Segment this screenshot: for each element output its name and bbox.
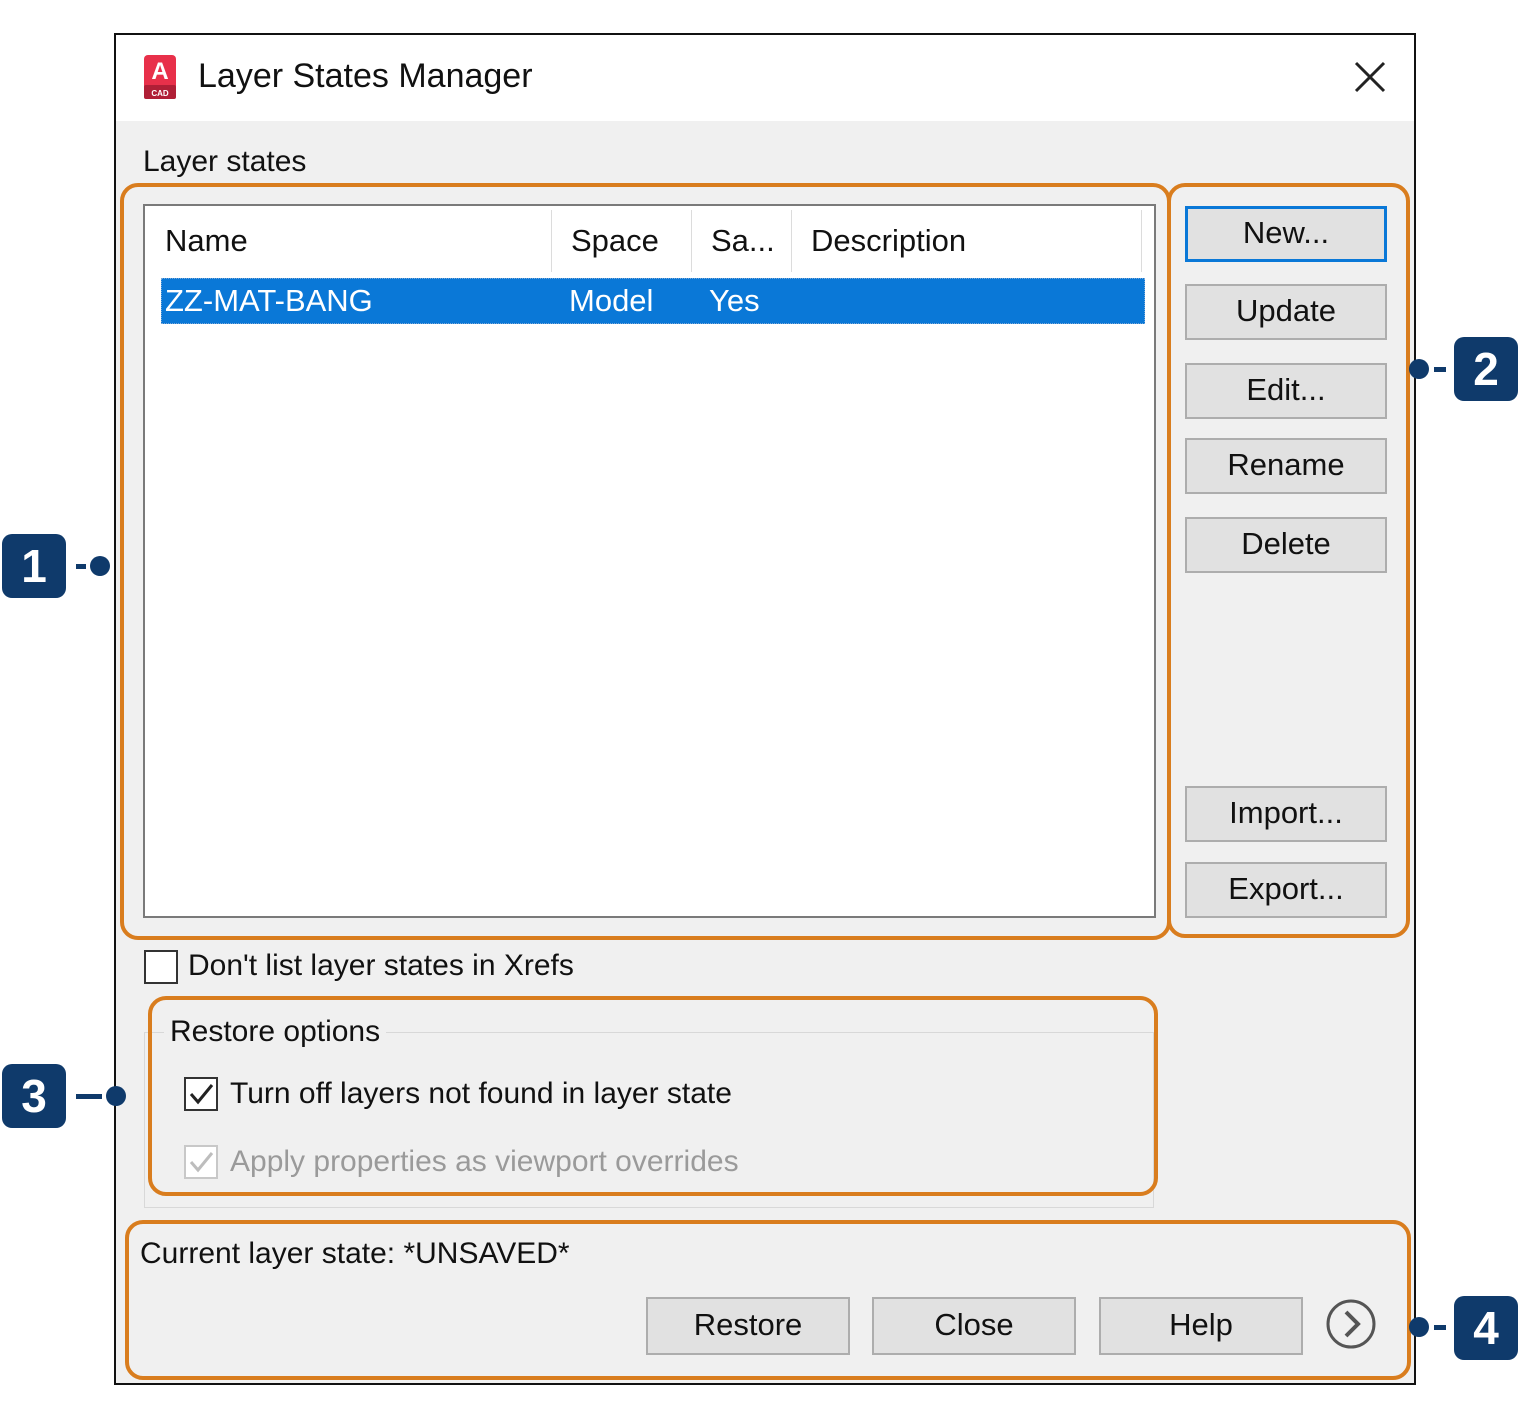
- expand-chevron-icon[interactable]: [1325, 1298, 1377, 1350]
- cell-saved: Yes: [709, 283, 760, 318]
- list-header: Name Space Sa... Description: [145, 206, 1154, 276]
- column-header-space[interactable]: Space: [551, 206, 691, 276]
- apply-properties-label: Apply properties as viewport overrides: [230, 1145, 739, 1178]
- new-button[interactable]: New...: [1185, 206, 1387, 262]
- delete-button[interactable]: Delete: [1185, 517, 1387, 573]
- update-button[interactable]: Update: [1185, 284, 1387, 340]
- close-icon[interactable]: [1346, 53, 1394, 101]
- column-header-name[interactable]: Name: [145, 206, 551, 276]
- import-button[interactable]: Import...: [1185, 786, 1387, 842]
- column-header-saved[interactable]: Sa...: [691, 206, 791, 276]
- xrefs-checkbox[interactable]: [144, 950, 178, 984]
- restore-options-title: Restore options: [164, 1015, 387, 1049]
- callout-connector: [1434, 367, 1446, 372]
- column-divider[interactable]: [1141, 210, 1142, 272]
- edit-button[interactable]: Edit...: [1185, 363, 1387, 419]
- cell-name: ZZ-MAT-BANG: [165, 283, 373, 318]
- window-title: Layer States Manager: [198, 57, 533, 95]
- layer-states-label: Layer states: [143, 145, 307, 178]
- turn-off-layers-checkbox[interactable]: [184, 1077, 218, 1111]
- turn-off-layers-label[interactable]: Turn off layers not found in layer state: [230, 1077, 732, 1111]
- close-button[interactable]: Close: [872, 1297, 1076, 1355]
- column-header-description[interactable]: Description: [791, 206, 1141, 276]
- svg-text:A: A: [151, 58, 168, 85]
- checkmark-icon: [189, 1152, 214, 1173]
- layer-states-manager-dialog: A CAD Layer States Manager Layer states …: [114, 33, 1416, 1385]
- callout-badge-4: 4: [1454, 1296, 1518, 1360]
- export-button[interactable]: Export...: [1185, 862, 1387, 918]
- xrefs-checkbox-label[interactable]: Don't list layer states in Xrefs: [188, 949, 574, 983]
- callout-connector: [1434, 1325, 1446, 1330]
- checkmark-icon: [189, 1084, 214, 1105]
- callout-badge-2: 2: [1454, 337, 1518, 401]
- apply-properties-checkbox: [184, 1145, 218, 1179]
- callout-dot: [1409, 359, 1429, 379]
- cell-space: Model: [569, 283, 654, 318]
- callout-connector: [76, 564, 86, 569]
- callout-dot: [1409, 1317, 1429, 1337]
- layer-states-list[interactable]: Name Space Sa... Description ZZ-MAT-BANG…: [143, 204, 1156, 918]
- callout-connector: [76, 1094, 102, 1099]
- callout-dot: [90, 556, 110, 576]
- rename-button[interactable]: Rename: [1185, 438, 1387, 494]
- restore-options-group: [144, 1032, 1154, 1208]
- current-layer-state: Current layer state: *UNSAVED*: [140, 1237, 570, 1270]
- callout-badge-1: 1: [2, 534, 66, 598]
- svg-text:CAD: CAD: [151, 89, 169, 98]
- help-button[interactable]: Help: [1099, 1297, 1303, 1355]
- title-bar: A CAD Layer States Manager: [116, 35, 1414, 121]
- table-row[interactable]: ZZ-MAT-BANG Model Yes: [161, 278, 1145, 324]
- restore-button[interactable]: Restore: [646, 1297, 850, 1355]
- autocad-app-icon: A CAD: [144, 55, 176, 99]
- callout-dot: [106, 1086, 126, 1106]
- callout-badge-3: 3: [2, 1064, 66, 1128]
